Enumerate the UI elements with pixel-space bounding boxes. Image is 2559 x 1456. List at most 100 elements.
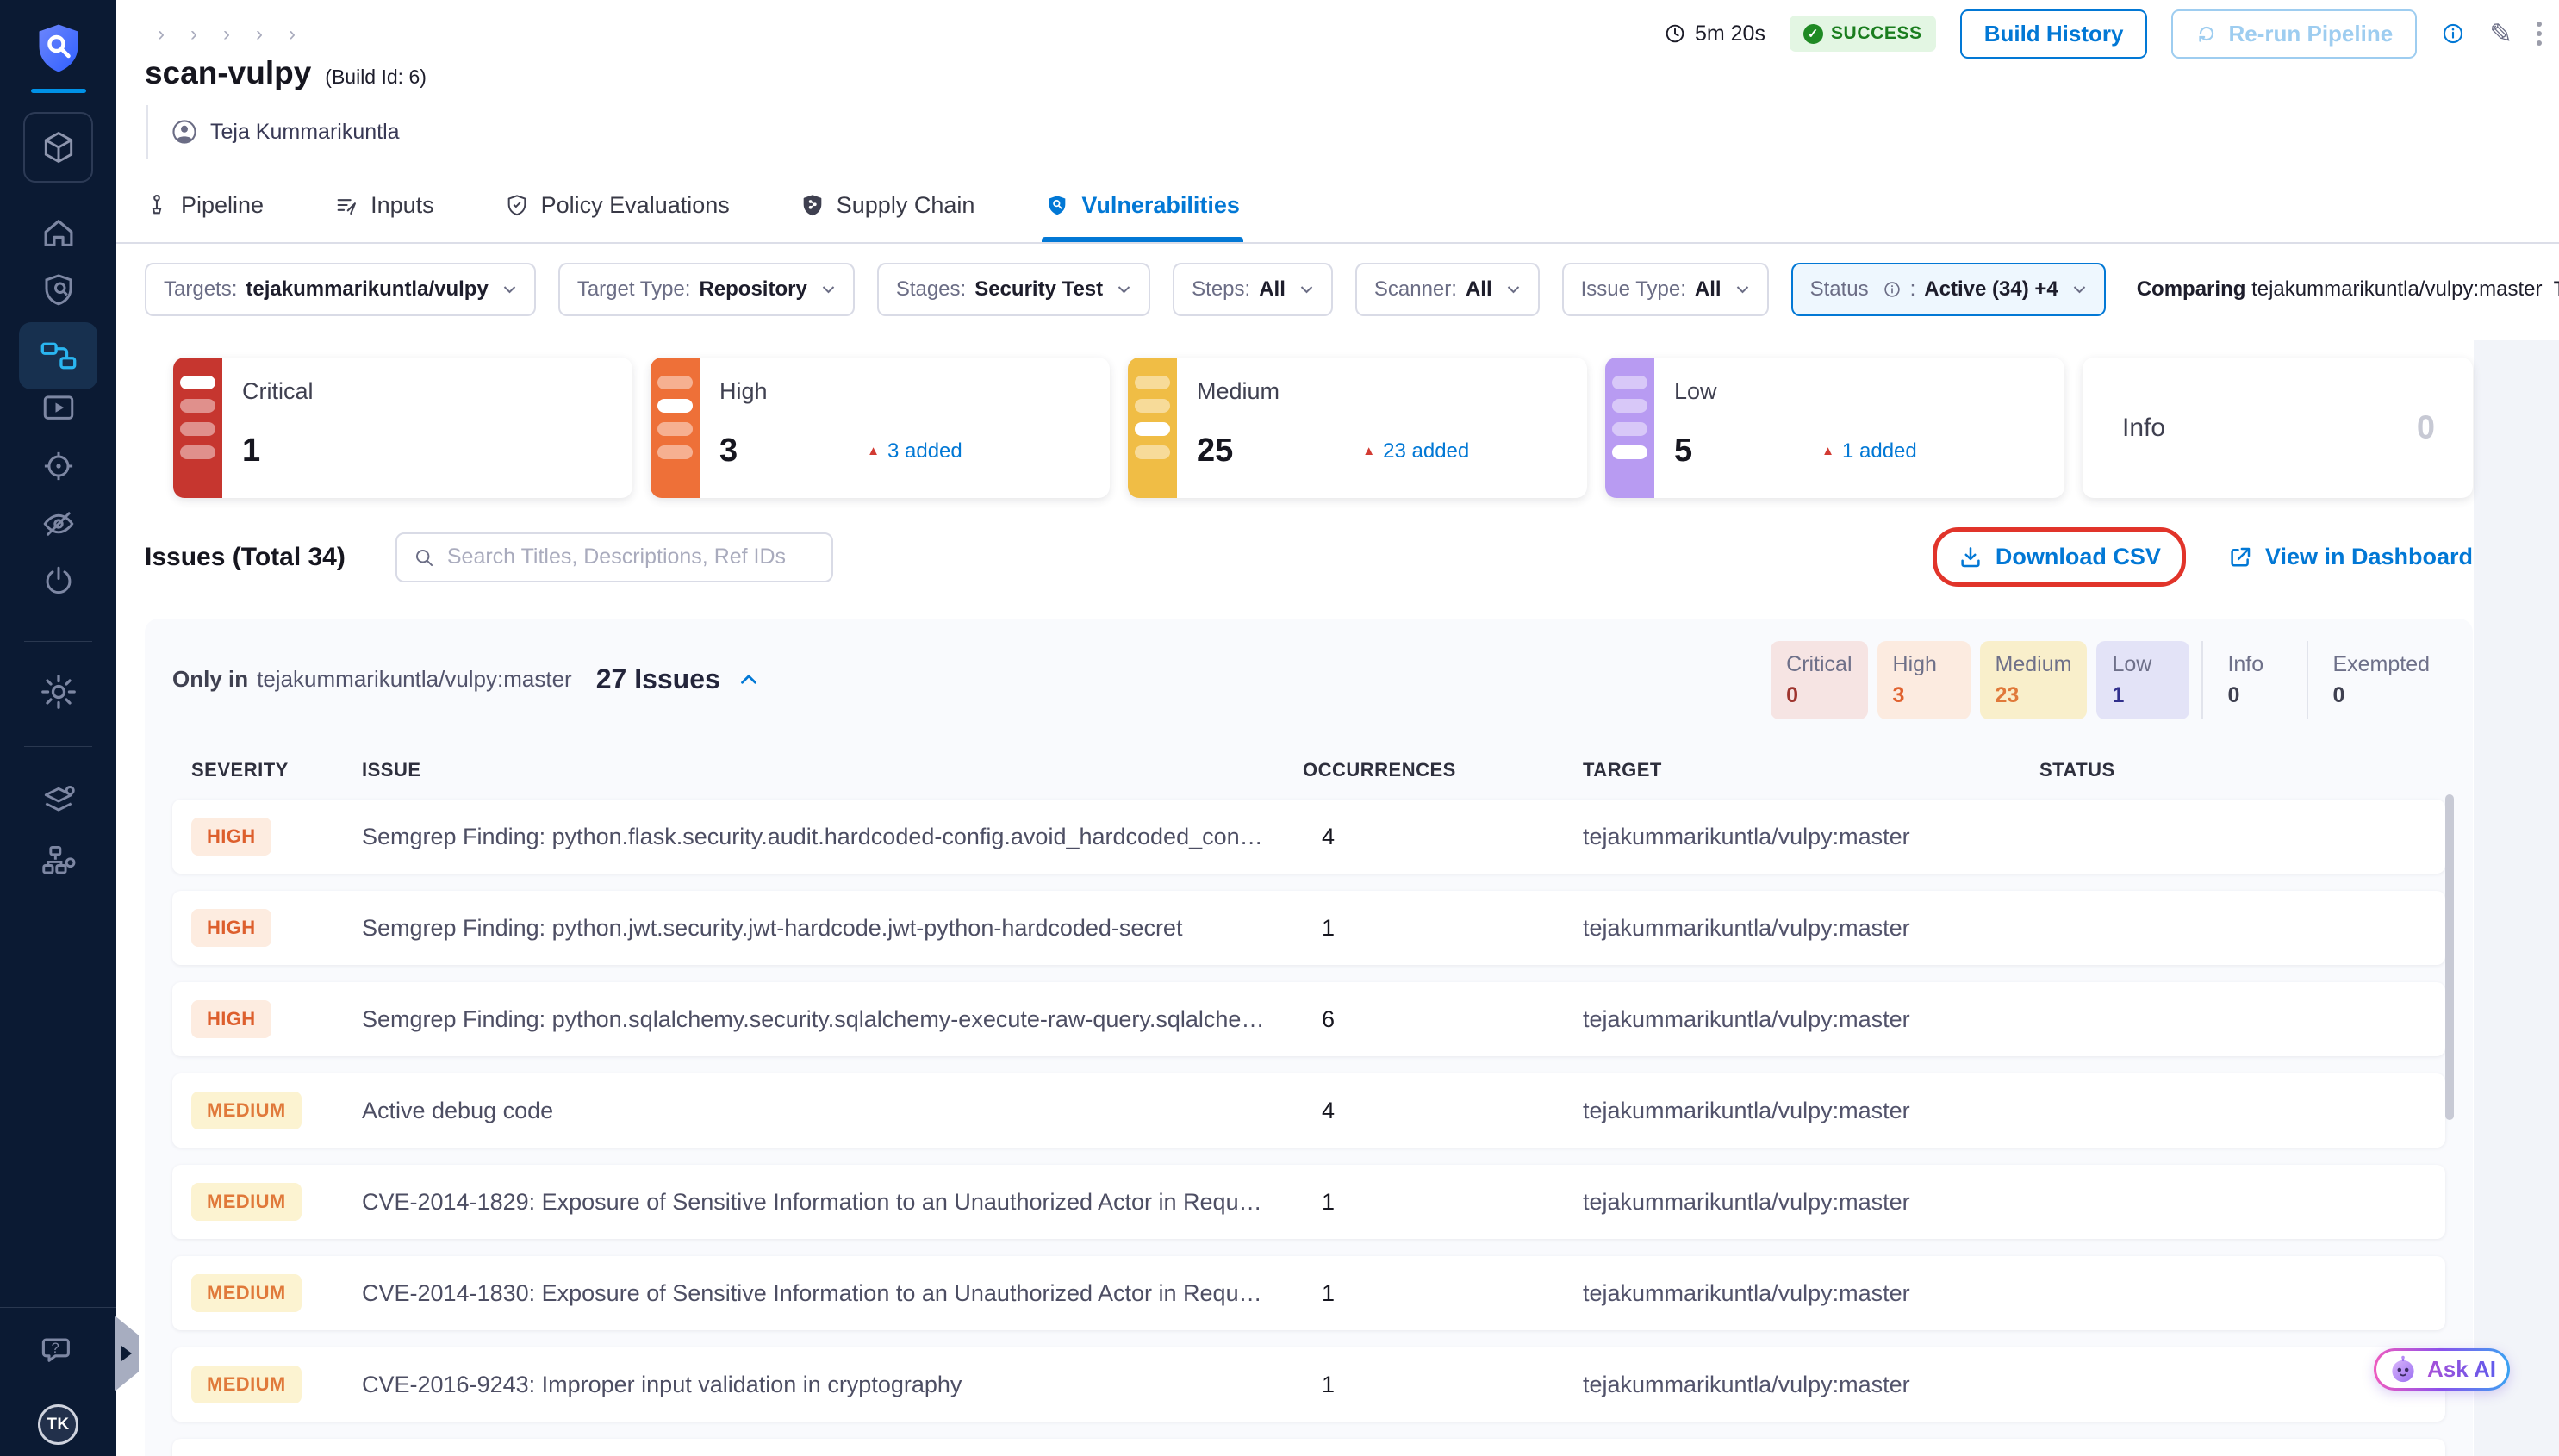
- gear-icon: [39, 672, 78, 712]
- issue-title: Active debug code: [362, 1098, 1303, 1124]
- occurrences-count: 1: [1303, 1189, 1583, 1216]
- chevron-down-icon: [2072, 284, 2087, 295]
- table-row[interactable]: MEDIUM CVE-2017-11424: PyJWT... 1 tejaku…: [172, 1439, 2445, 1456]
- inputs-tab-icon: [334, 193, 358, 217]
- rerun-pipeline-button[interactable]: Re-run Pipeline: [2171, 9, 2417, 59]
- tab-pipeline[interactable]: Pipeline: [145, 168, 264, 242]
- module-selector-button[interactable]: [23, 112, 93, 183]
- severity-card: High 3 ▲ 3 added: [651, 358, 1110, 498]
- target-name: tejakummarikuntla/vulpy:master: [1583, 1372, 2039, 1398]
- group-label: Only in: [172, 666, 248, 693]
- table-row[interactable]: HIGH Semgrep Finding: python.jwt.securit…: [172, 891, 2445, 965]
- sidebar-item-targets[interactable]: [0, 448, 116, 484]
- sidebar-item-getting-started[interactable]: [0, 563, 116, 600]
- added-link[interactable]: ▲ 1 added: [1821, 439, 1917, 464]
- caret-right-icon: [121, 1346, 132, 1361]
- filter-scanner[interactable]: Scanner:All: [1355, 263, 1540, 316]
- app-screen: ? TK 5m 20s ✓ SUCCESS Build History Re-r…: [0, 0, 2559, 1456]
- tab-inputs[interactable]: Inputs: [334, 168, 434, 242]
- severity-card-count: 0: [2417, 409, 2435, 446]
- filter-target-type[interactable]: Target Type:Repository: [558, 263, 855, 316]
- build-id: (Build Id: 6): [325, 65, 426, 89]
- sidebar-item-executions[interactable]: [0, 390, 116, 426]
- sidebar-item-default-settings[interactable]: [0, 782, 116, 820]
- table-row[interactable]: MEDIUM CVE-2014-1830: Exposure of Sensit…: [172, 1256, 2445, 1330]
- table-row[interactable]: HIGH Semgrep Finding: python.flask.secur…: [172, 800, 2445, 874]
- issues-search[interactable]: [395, 532, 833, 582]
- target-name: tejakummarikuntla/vulpy:master: [1583, 824, 2039, 850]
- chevron-down-icon: [1299, 284, 1314, 295]
- search-icon: [413, 546, 435, 569]
- tab-policy-evaluations[interactable]: Policy Evaluations: [505, 168, 730, 242]
- occurrences-count: 6: [1303, 1006, 1583, 1033]
- added-link[interactable]: ▲ 23 added: [1362, 439, 1469, 464]
- severity-pill: Exempted 0: [2307, 641, 2445, 719]
- sidebar-item-home[interactable]: [0, 215, 116, 252]
- breadcrumb-link[interactable]: [243, 22, 263, 47]
- severity-card-label: Medium: [1197, 378, 1587, 405]
- severity-count-pills: Critical 0 High 3 Medium 23 Low 1 Info 0: [1761, 641, 2445, 719]
- breadcrumb-link[interactable]: [145, 22, 165, 47]
- table-scrollbar[interactable]: [2445, 794, 2454, 1120]
- pill-label: Medium: [1996, 652, 2072, 677]
- breadcrumb-link[interactable]: [177, 22, 197, 47]
- issue-group-toggle[interactable]: Only in tejakummarikuntla/vulpy:master 2…: [172, 641, 758, 695]
- sidebar-item-org-settings[interactable]: [0, 842, 116, 880]
- tab-supply-chain[interactable]: Supply Chain: [800, 168, 975, 242]
- info-icon[interactable]: [2441, 22, 2465, 46]
- occurrences-count: 1: [1303, 915, 1583, 942]
- severity-card-count: 5: [1674, 432, 1692, 470]
- group-count: 27 Issues: [596, 663, 720, 695]
- sto-logo-icon[interactable]: [0, 21, 116, 76]
- filter-status[interactable]: Status : Active (34) +4: [1791, 263, 2106, 316]
- issue-title: Semgrep Finding: python.sqlalchemy.secur…: [362, 1006, 1303, 1033]
- top-actions: 5m 20s ✓ SUCCESS Build History Re-run Pi…: [1664, 9, 2542, 59]
- occurrences-count: 4: [1303, 1098, 1583, 1124]
- refresh-icon: [2195, 22, 2218, 45]
- sidebar-item-pipelines-active[interactable]: [19, 322, 97, 389]
- severity-card-count: 3: [719, 432, 738, 470]
- pill-count: 3: [1893, 683, 1955, 708]
- filter-targets[interactable]: Targets:tejakummarikuntla/vulpy: [145, 263, 536, 316]
- filter-issue-type[interactable]: Issue Type:All: [1562, 263, 1769, 316]
- target-name: tejakummarikuntla/vulpy:master: [1583, 1006, 2039, 1033]
- breadcrumb-link[interactable]: [210, 22, 230, 47]
- issues-panel: Only in tejakummarikuntla/vulpy:master 2…: [145, 619, 2473, 1456]
- severity-pill: Medium 23: [1980, 641, 2088, 719]
- download-csv-button[interactable]: Download CSV: [1958, 544, 2161, 570]
- issue-title: Semgrep Finding: python.jwt.security.jwt…: [362, 915, 1303, 942]
- pipelines-icon: [40, 337, 78, 375]
- download-icon: [1958, 544, 1983, 570]
- triangle-up-icon: ▲: [1821, 444, 1834, 458]
- severity-card-label: Critical: [242, 378, 632, 405]
- sidebar-item-exemptions[interactable]: [0, 506, 116, 542]
- table-row[interactable]: MEDIUM Active debug code 4 tejakummariku…: [172, 1073, 2445, 1148]
- shield-search-icon: [1045, 193, 1069, 217]
- sidebar-item-project-settings[interactable]: [0, 672, 116, 712]
- search-input[interactable]: [447, 544, 816, 569]
- table-row[interactable]: MEDIUM CVE-2016-9243: Improper input val…: [172, 1347, 2445, 1422]
- edit-pipeline-icon[interactable]: ✎: [2489, 17, 2512, 50]
- build-history-button[interactable]: Build History: [1960, 9, 2148, 59]
- severity-badge: HIGH: [191, 818, 271, 856]
- added-link[interactable]: ▲ 3 added: [867, 439, 962, 464]
- tab-vulnerabilities[interactable]: Vulnerabilities: [1045, 168, 1240, 242]
- severity-pill: Info 0: [2201, 641, 2294, 719]
- severity-level-bar: [1128, 358, 1177, 498]
- user-avatar[interactable]: TK: [0, 1404, 116, 1445]
- sidebar-expander-tab[interactable]: [115, 1316, 139, 1391]
- chevron-up-icon[interactable]: [739, 673, 758, 686]
- pill-count: 0: [1786, 683, 1852, 708]
- ask-ai-button[interactable]: Ask AI: [2374, 1348, 2510, 1391]
- chevron-down-icon: [1735, 284, 1750, 295]
- more-options-icon[interactable]: [2537, 22, 2542, 46]
- sidebar-item-help[interactable]: ?: [0, 1331, 116, 1369]
- sidebar-item-scans[interactable]: [0, 271, 116, 308]
- view-in-dashboard-button[interactable]: View in Dashboard: [2227, 544, 2473, 570]
- filter-steps[interactable]: Steps:All: [1173, 263, 1333, 316]
- filter-stages[interactable]: Stages:Security Test: [877, 263, 1150, 316]
- table-row[interactable]: HIGH Semgrep Finding: python.sqlalchemy.…: [172, 982, 2445, 1056]
- issues-table-header: SEVERITY ISSUE OCCURRENCES TARGET STATUS: [172, 759, 2445, 781]
- table-row[interactable]: MEDIUM CVE-2014-1829: Exposure of Sensit…: [172, 1165, 2445, 1239]
- breadcrumb-link[interactable]: [276, 22, 296, 47]
